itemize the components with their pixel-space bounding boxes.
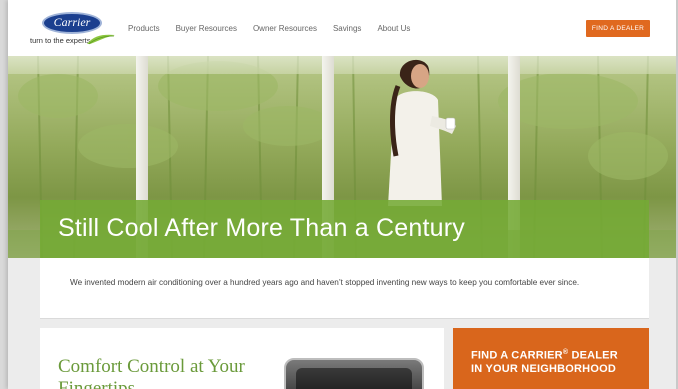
find-dealer-button[interactable]: FIND A DEALER (586, 20, 650, 37)
comfort-control-card[interactable]: Comfort Control at Your Fingertips (40, 328, 444, 389)
find-line1: FIND A CARRIER (471, 349, 563, 362)
woman-with-mug-photo (388, 59, 456, 206)
page: Carrier turn to the experts Products Buy… (8, 0, 678, 389)
nav-buyer-resources[interactable]: Buyer Resources (176, 24, 237, 33)
find-line2: IN YOUR NEIGHBORHOOD (471, 362, 616, 375)
nav-products[interactable]: Products (128, 24, 160, 33)
find-line1-end: DEALER (568, 349, 618, 362)
hero-banner-image: Still Cool After More Than a Century (8, 56, 678, 258)
thermostat-screen (296, 368, 412, 389)
intro-card: We invented modern air conditioning over… (40, 258, 649, 319)
find-dealer-panel[interactable]: FIND A CARRIER® DEALER IN YOUR NEIGHBORH… (453, 328, 649, 389)
nav-owner-resources[interactable]: Owner Resources (253, 24, 317, 33)
nav-about-us[interactable]: About Us (377, 24, 410, 33)
nav-savings[interactable]: Savings (333, 24, 361, 33)
thermostat-image (284, 358, 424, 389)
main-nav: Products Buyer Resources Owner Resources… (128, 24, 426, 33)
leaf-swoosh-icon (87, 34, 115, 45)
site-header: Carrier turn to the experts Products Buy… (8, 0, 678, 56)
logo-wordmark: Carrier (53, 15, 91, 29)
hero-title-banner: Still Cool After More Than a Century (40, 200, 649, 258)
intro-text: We invented modern air conditioning over… (70, 278, 580, 287)
hero-title: Still Cool After More Than a Century (58, 214, 465, 242)
find-dealer-heading: FIND A CARRIER® DEALER IN YOUR NEIGHBORH… (471, 346, 641, 376)
logo-tagline: turn to the experts (30, 36, 91, 45)
carrier-logo[interactable]: Carrier turn to the experts (30, 12, 116, 46)
window-top-light (8, 56, 678, 74)
comfort-title: Comfort Control at Your Fingertips (58, 356, 245, 389)
